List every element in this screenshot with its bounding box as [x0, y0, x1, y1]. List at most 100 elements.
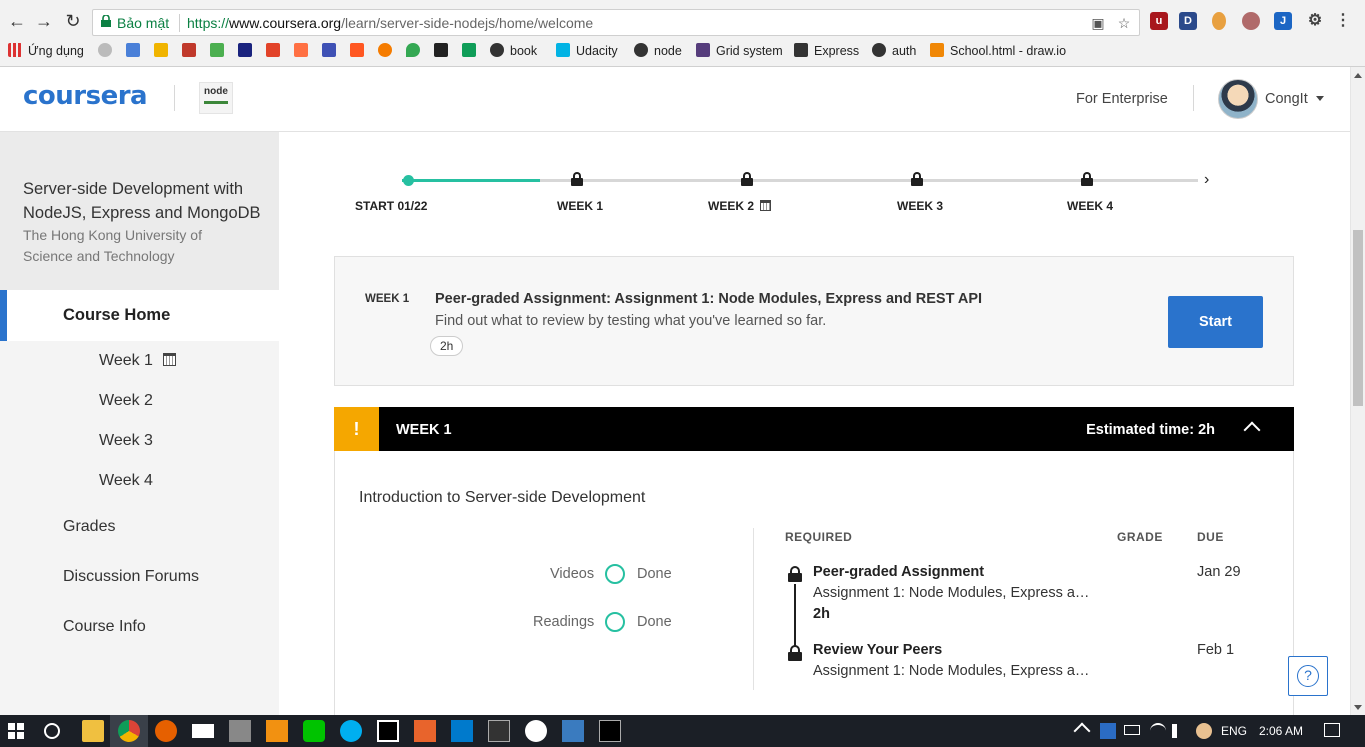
bookmark-icon-only[interactable] [182, 43, 202, 58]
sidebar-item-course-home[interactable]: Course Home [0, 290, 279, 341]
for-enterprise-link[interactable]: For Enterprise [1076, 91, 1168, 107]
chevron-up-icon[interactable] [1243, 421, 1261, 439]
bookmark-icon-only[interactable] [238, 43, 258, 58]
mail-icon[interactable] [192, 724, 214, 738]
language-indicator[interactable]: ENG [1221, 724, 1247, 738]
sidebar-item-week-4[interactable]: Week 4 [99, 472, 153, 490]
app-icon[interactable] [525, 720, 547, 742]
item-duration: 2h [813, 606, 830, 622]
bookmark-icon-only[interactable] [294, 43, 314, 58]
skype-icon[interactable] [340, 720, 362, 742]
back-arrow-icon[interactable]: ← [6, 10, 28, 32]
action-center-icon[interactable] [1324, 723, 1340, 737]
timeline-week-2[interactable]: WEEK 2 [708, 199, 772, 213]
forward-arrow-icon[interactable]: → [33, 10, 55, 32]
bookmark-icon-only[interactable] [98, 43, 118, 58]
wifi-icon[interactable] [1150, 723, 1166, 739]
intellij-icon[interactable] [377, 720, 399, 742]
clock[interactable]: 2:06 AM [1259, 724, 1303, 738]
bookmark-star-icon[interactable]: ☆ [1115, 14, 1133, 32]
windows-start-icon[interactable] [8, 723, 24, 739]
page-scrollbar[interactable] [1350, 67, 1365, 715]
coursera-logo[interactable]: coursera [23, 81, 148, 111]
bookmark-udacity[interactable]: Udacity [556, 43, 618, 58]
next-item-week: WEEK 1 [365, 293, 410, 305]
bookmark-icon-only[interactable] [434, 43, 454, 58]
file-explorer-icon[interactable] [82, 720, 104, 742]
start-button[interactable]: Start [1168, 296, 1263, 348]
timeline-week-1[interactable]: WEEK 1 [557, 199, 603, 213]
chrome-icon[interactable] [118, 720, 140, 742]
scroll-thumb[interactable] [1353, 230, 1363, 406]
timeline-week-4[interactable]: WEEK 4 [1067, 199, 1113, 213]
app-icon[interactable] [229, 720, 251, 742]
item-name[interactable]: Assignment 1: Node Modules, Express a… [813, 585, 1089, 601]
command-prompt-icon[interactable] [599, 720, 621, 742]
bookmark-auth[interactable]: auth [872, 43, 916, 58]
tray-chevron-up-icon[interactable] [1073, 722, 1091, 740]
module-title[interactable]: Introduction to Server-side Development [359, 489, 645, 507]
course-title[interactable]: Server-side Development with NodeJS, Exp… [23, 177, 268, 225]
extension-icon[interactable] [1242, 12, 1260, 30]
bookmark-icon-only[interactable] [210, 43, 230, 58]
bookmark-favicon [294, 43, 308, 57]
item-type[interactable]: Peer-graded Assignment [813, 564, 984, 580]
app-icon[interactable] [562, 720, 584, 742]
sublime-text-icon[interactable] [266, 720, 288, 742]
item-type[interactable]: Review Your Peers [813, 642, 942, 658]
week-header[interactable]: ! WEEK 1 Estimated time: 2h [334, 407, 1294, 451]
bookmark-icon-only[interactable] [266, 43, 286, 58]
address-bar[interactable]: Bảo mật https://www.coursera.org/learn/s… [92, 9, 1140, 36]
firefox-icon[interactable] [155, 720, 177, 742]
username[interactable]: CongIt [1265, 91, 1308, 107]
timeline-week-3[interactable]: WEEK 3 [897, 199, 943, 213]
dashlane-extension-icon[interactable]: D [1179, 12, 1197, 30]
cortana-search-icon[interactable] [44, 723, 60, 739]
bookmark-book[interactable]: book [490, 43, 537, 58]
sidebar-item-week-2[interactable]: Week 2 [99, 392, 153, 410]
bookmark-favicon [434, 43, 448, 57]
bookmark-icon-only[interactable] [126, 43, 146, 58]
bookmark-icon-only[interactable] [462, 43, 482, 58]
bookmark-express[interactable]: Express [794, 43, 859, 58]
avatar[interactable] [1218, 79, 1258, 119]
chevron-right-icon[interactable]: › [1204, 171, 1209, 189]
extension-j-icon[interactable]: J [1274, 12, 1292, 30]
ublock-extension-icon[interactable]: u [1150, 12, 1168, 30]
browser-menu-icon[interactable]: ⋮ [1334, 12, 1352, 30]
tray-app-icon[interactable] [1196, 723, 1212, 739]
extension-gear-icon[interactable]: ⚙ [1306, 12, 1324, 30]
item-name[interactable]: Assignment 1: Node Modules, Express a… [813, 663, 1089, 679]
phpstorm-icon[interactable] [488, 720, 510, 742]
bookmark-apps[interactable]: Ứng dụng [8, 43, 84, 58]
bookmark-icon-only[interactable] [350, 43, 370, 58]
battery-icon[interactable] [1124, 725, 1140, 735]
next-item-title[interactable]: Peer-graded Assignment: Assignment 1: No… [435, 291, 982, 307]
bookmark-icon-only[interactable] [154, 43, 174, 58]
scroll-down-arrow-icon[interactable] [1354, 705, 1362, 710]
tray-app-icon[interactable] [1100, 723, 1116, 739]
bookmark-grid-system[interactable]: Grid system [696, 43, 783, 58]
sidebar-item-week-3[interactable]: Week 3 [99, 432, 153, 450]
bookmark-drawio[interactable]: School.html - draw.io [930, 43, 1066, 58]
volume-icon[interactable] [1172, 724, 1186, 738]
bookmark-icon-only[interactable] [406, 43, 426, 58]
sidebar-item-grades[interactable]: Grades [63, 518, 115, 536]
sidebar-item-discussion-forums[interactable]: Discussion Forums [63, 568, 199, 586]
help-button[interactable]: ? [1288, 656, 1328, 696]
reload-icon[interactable]: ↻ [62, 10, 84, 32]
xampp-icon[interactable] [414, 720, 436, 742]
sidebar-item-course-info[interactable]: Course Info [63, 618, 146, 636]
gitlab-icon [266, 43, 280, 57]
vscode-icon[interactable] [451, 720, 473, 742]
sidebar-item-week-1[interactable]: Week 1 [99, 352, 176, 370]
extension-icon[interactable] [1212, 12, 1226, 30]
bookmark-node[interactable]: node [634, 43, 682, 58]
line-icon[interactable] [303, 720, 325, 742]
url-text[interactable]: https://www.coursera.org/learn/server-si… [187, 15, 593, 31]
bookmark-icon-only[interactable] [322, 43, 342, 58]
scroll-up-arrow-icon[interactable] [1354, 73, 1362, 78]
chevron-down-icon[interactable] [1316, 96, 1324, 101]
translate-icon[interactable]: ▣ [1089, 14, 1107, 32]
bookmark-icon-only[interactable] [378, 43, 398, 58]
